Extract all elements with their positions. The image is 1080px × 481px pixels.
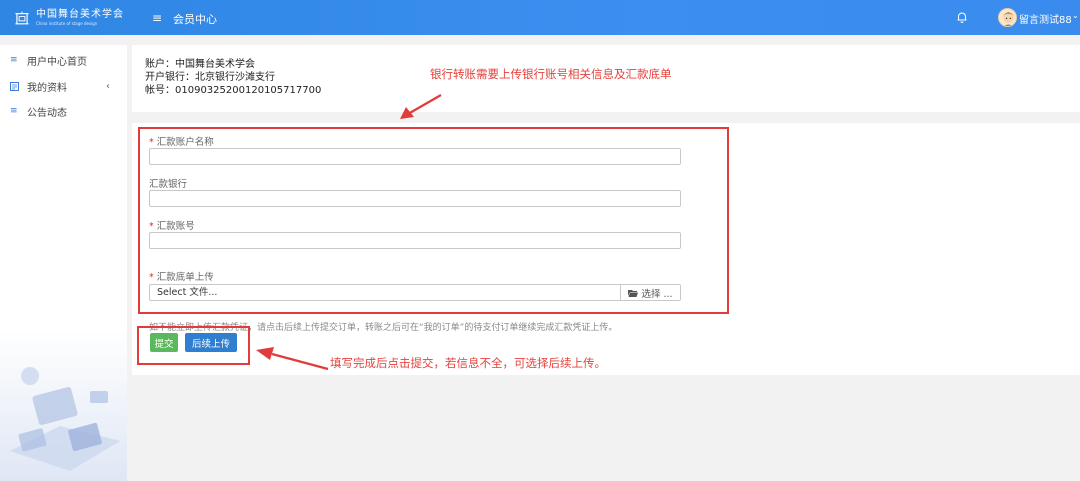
logo-chinese-text: 中国舞台美术学会: [36, 9, 124, 20]
annotation-box-form: [138, 127, 729, 314]
sidebar-item-label: 公告动态: [27, 107, 67, 119]
top-bar: 中国舞台美术学会 China institute of stage design…: [0, 0, 1080, 35]
sidebar-item-profile[interactable]: 我的资料 ‹: [0, 77, 127, 95]
module-title[interactable]: 会员中心: [173, 11, 217, 27]
chevron-down-icon[interactable]: ⌄: [1072, 11, 1079, 20]
avatar[interactable]: [998, 8, 1017, 27]
account-number: 帐号：01090325200120105717700: [145, 85, 322, 96]
bell-icon[interactable]: [955, 10, 969, 24]
sidebar: ≡ 用户中心首页 我的资料 ‹ ≡ 公告动态: [0, 45, 127, 481]
profile-icon: [10, 81, 20, 91]
username[interactable]: 留言测试88: [1019, 11, 1072, 26]
avatar-face-icon: [1003, 12, 1014, 26]
annotation-top-note: 银行转账需要上传银行账号相关信息及汇款底单: [430, 67, 672, 81]
list-icon: ≡: [10, 106, 18, 116]
site-logo[interactable]: 中国舞台美术学会 China institute of stage design: [14, 6, 124, 30]
list-icon: ≡: [10, 55, 18, 65]
hamburger-icon[interactable]: ≡: [152, 11, 162, 25]
logo-icon: [15, 11, 29, 25]
sidebar-item-label: 用户中心首页: [27, 56, 87, 68]
annotation-bottom-note: 填写完成后点击提交，若信息不全，可选择后续上传。: [330, 356, 606, 370]
annotation-arrow-icon: [400, 94, 442, 119]
annotation-arrow-icon: [256, 347, 329, 371]
logo-english-text: China institute of stage design: [36, 21, 98, 26]
decorative-illustration: [0, 331, 127, 481]
sidebar-item-home[interactable]: ≡ 用户中心首页: [0, 51, 127, 69]
sidebar-item-announcements[interactable]: ≡ 公告动态: [0, 102, 127, 120]
sidebar-item-label: 我的资料: [27, 82, 67, 94]
annotation-box-buttons: [137, 326, 250, 365]
chevron-left-icon[interactable]: ‹: [106, 81, 110, 92]
